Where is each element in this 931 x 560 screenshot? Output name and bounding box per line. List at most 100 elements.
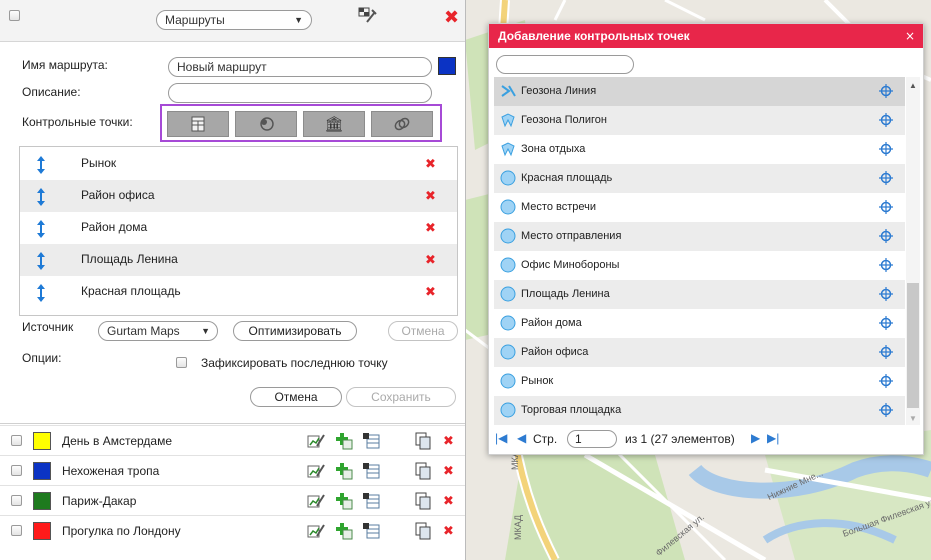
crosshair-icon[interactable] (879, 258, 893, 272)
list-item[interactable]: Офис Минобороны (494, 251, 905, 280)
add-geozones-button[interactable] (235, 111, 297, 137)
dialog-header[interactable]: Добавление контрольных точек × (489, 24, 923, 48)
route-builder-icon[interactable] (357, 6, 379, 26)
list-item[interactable]: Красная площадь (494, 164, 905, 193)
edit-route-icon[interactable] (307, 432, 325, 450)
crosshair-icon[interactable] (879, 142, 893, 156)
checkpoint-row[interactable]: Район дома ✖ (20, 212, 457, 244)
first-page-icon[interactable]: |◀ (495, 431, 507, 445)
list-item[interactable]: Рынок (494, 367, 905, 396)
delete-checkpoint-icon[interactable]: ✖ (425, 286, 436, 299)
reorder-arrow-icon[interactable] (36, 284, 46, 302)
scrollbar[interactable]: ▲ ▼ (906, 77, 920, 425)
cancel-optimize-button[interactable]: Отмена (388, 321, 458, 341)
last-page-icon[interactable]: ▶| (767, 431, 779, 445)
delete-checkpoint-icon[interactable]: ✖ (425, 158, 436, 171)
add-from-route-button[interactable] (371, 111, 433, 137)
add-icon[interactable] (335, 492, 353, 510)
checkpoints-table-icon[interactable] (362, 522, 380, 540)
cancel-button[interactable]: Отмена (250, 387, 342, 407)
list-item[interactable]: Торговая площадка (494, 396, 905, 425)
route-color-swatch (33, 522, 51, 540)
copy-icon[interactable] (414, 522, 432, 540)
delete-route-icon[interactable]: ✖ (443, 435, 454, 448)
route-checkbox[interactable] (11, 495, 22, 506)
delete-route-icon[interactable]: ✖ (443, 495, 454, 508)
prev-page-icon[interactable]: ◀ (517, 431, 526, 445)
select-all-checkbox[interactable] (9, 10, 20, 21)
edit-route-icon[interactable] (307, 462, 325, 480)
source-select[interactable]: Gurtam Maps ▼ (98, 321, 218, 341)
fix-last-point-checkbox[interactable] (176, 357, 187, 368)
add-addresses-button[interactable]: 🏛 (303, 111, 365, 137)
checkpoint-row[interactable]: Район офиса ✖ (20, 180, 457, 212)
checkpoints-table-icon[interactable] (362, 492, 380, 510)
crosshair-icon[interactable] (879, 171, 893, 185)
list-item[interactable]: Площадь Ленина (494, 280, 905, 309)
route-row[interactable]: Париж-Дакар ✖ (0, 485, 465, 515)
close-icon[interactable]: × (905, 29, 915, 43)
list-item[interactable]: Геозона Полигон (494, 106, 905, 135)
delete-checkpoint-icon[interactable]: ✖ (425, 222, 436, 235)
dialog-title: Добавление контрольных точек (498, 29, 690, 43)
scroll-up-icon[interactable]: ▲ (909, 81, 917, 90)
crosshair-icon[interactable] (879, 403, 893, 417)
section-select[interactable]: Маршруты ▼ (156, 10, 312, 30)
save-button[interactable]: Сохранить (346, 387, 456, 407)
route-checkbox[interactable] (11, 525, 22, 536)
next-page-icon[interactable]: ▶ (751, 431, 760, 445)
reorder-arrow-icon[interactable] (36, 220, 46, 238)
checkpoint-row[interactable]: Рынок ✖ (20, 148, 457, 180)
crosshair-icon[interactable] (879, 113, 893, 127)
crosshair-icon[interactable] (879, 200, 893, 214)
copy-icon[interactable] (414, 432, 432, 450)
delete-checkpoint-icon[interactable]: ✖ (425, 254, 436, 267)
edit-route-icon[interactable] (307, 492, 325, 510)
add-from-table-button[interactable] (167, 111, 229, 137)
list-item[interactable]: Геозона Линия (494, 77, 905, 106)
delete-route-icon[interactable]: ✖ (443, 465, 454, 478)
search-input[interactable] (496, 55, 634, 74)
list-item[interactable]: Район дома (494, 309, 905, 338)
add-icon[interactable] (335, 462, 353, 480)
reorder-arrow-icon[interactable] (36, 156, 46, 174)
add-icon[interactable] (335, 522, 353, 540)
crosshair-icon[interactable] (879, 374, 893, 388)
checkpoint-row[interactable]: Красная площадь ✖ (20, 276, 457, 308)
page-number-input[interactable]: 1 (567, 430, 617, 448)
list-item[interactable]: Зона отдыха (494, 135, 905, 164)
list-item[interactable]: Место встречи (494, 193, 905, 222)
checkpoints-table-icon[interactable] (362, 462, 380, 480)
geozone-circle-icon (500, 344, 516, 360)
route-name-input[interactable]: Новый маршрут (168, 57, 432, 77)
crosshair-icon[interactable] (879, 229, 893, 243)
route-row[interactable]: Прогулка по Лондону ✖ (0, 515, 465, 545)
route-checkbox[interactable] (11, 435, 22, 446)
description-input[interactable] (168, 83, 432, 103)
checkpoint-row[interactable]: Площадь Ленина ✖ (20, 244, 457, 276)
reorder-arrow-icon[interactable] (36, 252, 46, 270)
delete-checkpoint-icon[interactable]: ✖ (425, 190, 436, 203)
crosshair-icon[interactable] (879, 316, 893, 330)
edit-route-icon[interactable] (307, 522, 325, 540)
crosshair-icon[interactable] (879, 287, 893, 301)
route-row[interactable]: Нехоженая тропа ✖ (0, 455, 465, 485)
scroll-down-icon[interactable]: ▼ (909, 414, 917, 423)
close-icon[interactable]: ✖ (444, 9, 459, 27)
route-row[interactable]: День в Амстердаме ✖ (0, 425, 465, 455)
delete-route-icon[interactable]: ✖ (443, 525, 454, 538)
list-item[interactable]: Район офиса (494, 338, 905, 367)
list-item[interactable]: Место отправления (494, 222, 905, 251)
route-checkbox[interactable] (11, 465, 22, 476)
copy-icon[interactable] (414, 462, 432, 480)
geozone-list: Геозона Линия Геозона Полигон Зона отдых… (494, 77, 905, 425)
checkpoints-table-icon[interactable] (362, 432, 380, 450)
scrollbar-thumb[interactable] (907, 283, 919, 408)
reorder-arrow-icon[interactable] (36, 188, 46, 206)
copy-icon[interactable] (414, 492, 432, 510)
crosshair-icon[interactable] (879, 345, 893, 359)
optimize-button[interactable]: Оптимизировать (233, 321, 357, 341)
add-icon[interactable] (335, 432, 353, 450)
crosshair-icon[interactable] (879, 84, 893, 98)
route-color-swatch[interactable] (438, 57, 456, 75)
